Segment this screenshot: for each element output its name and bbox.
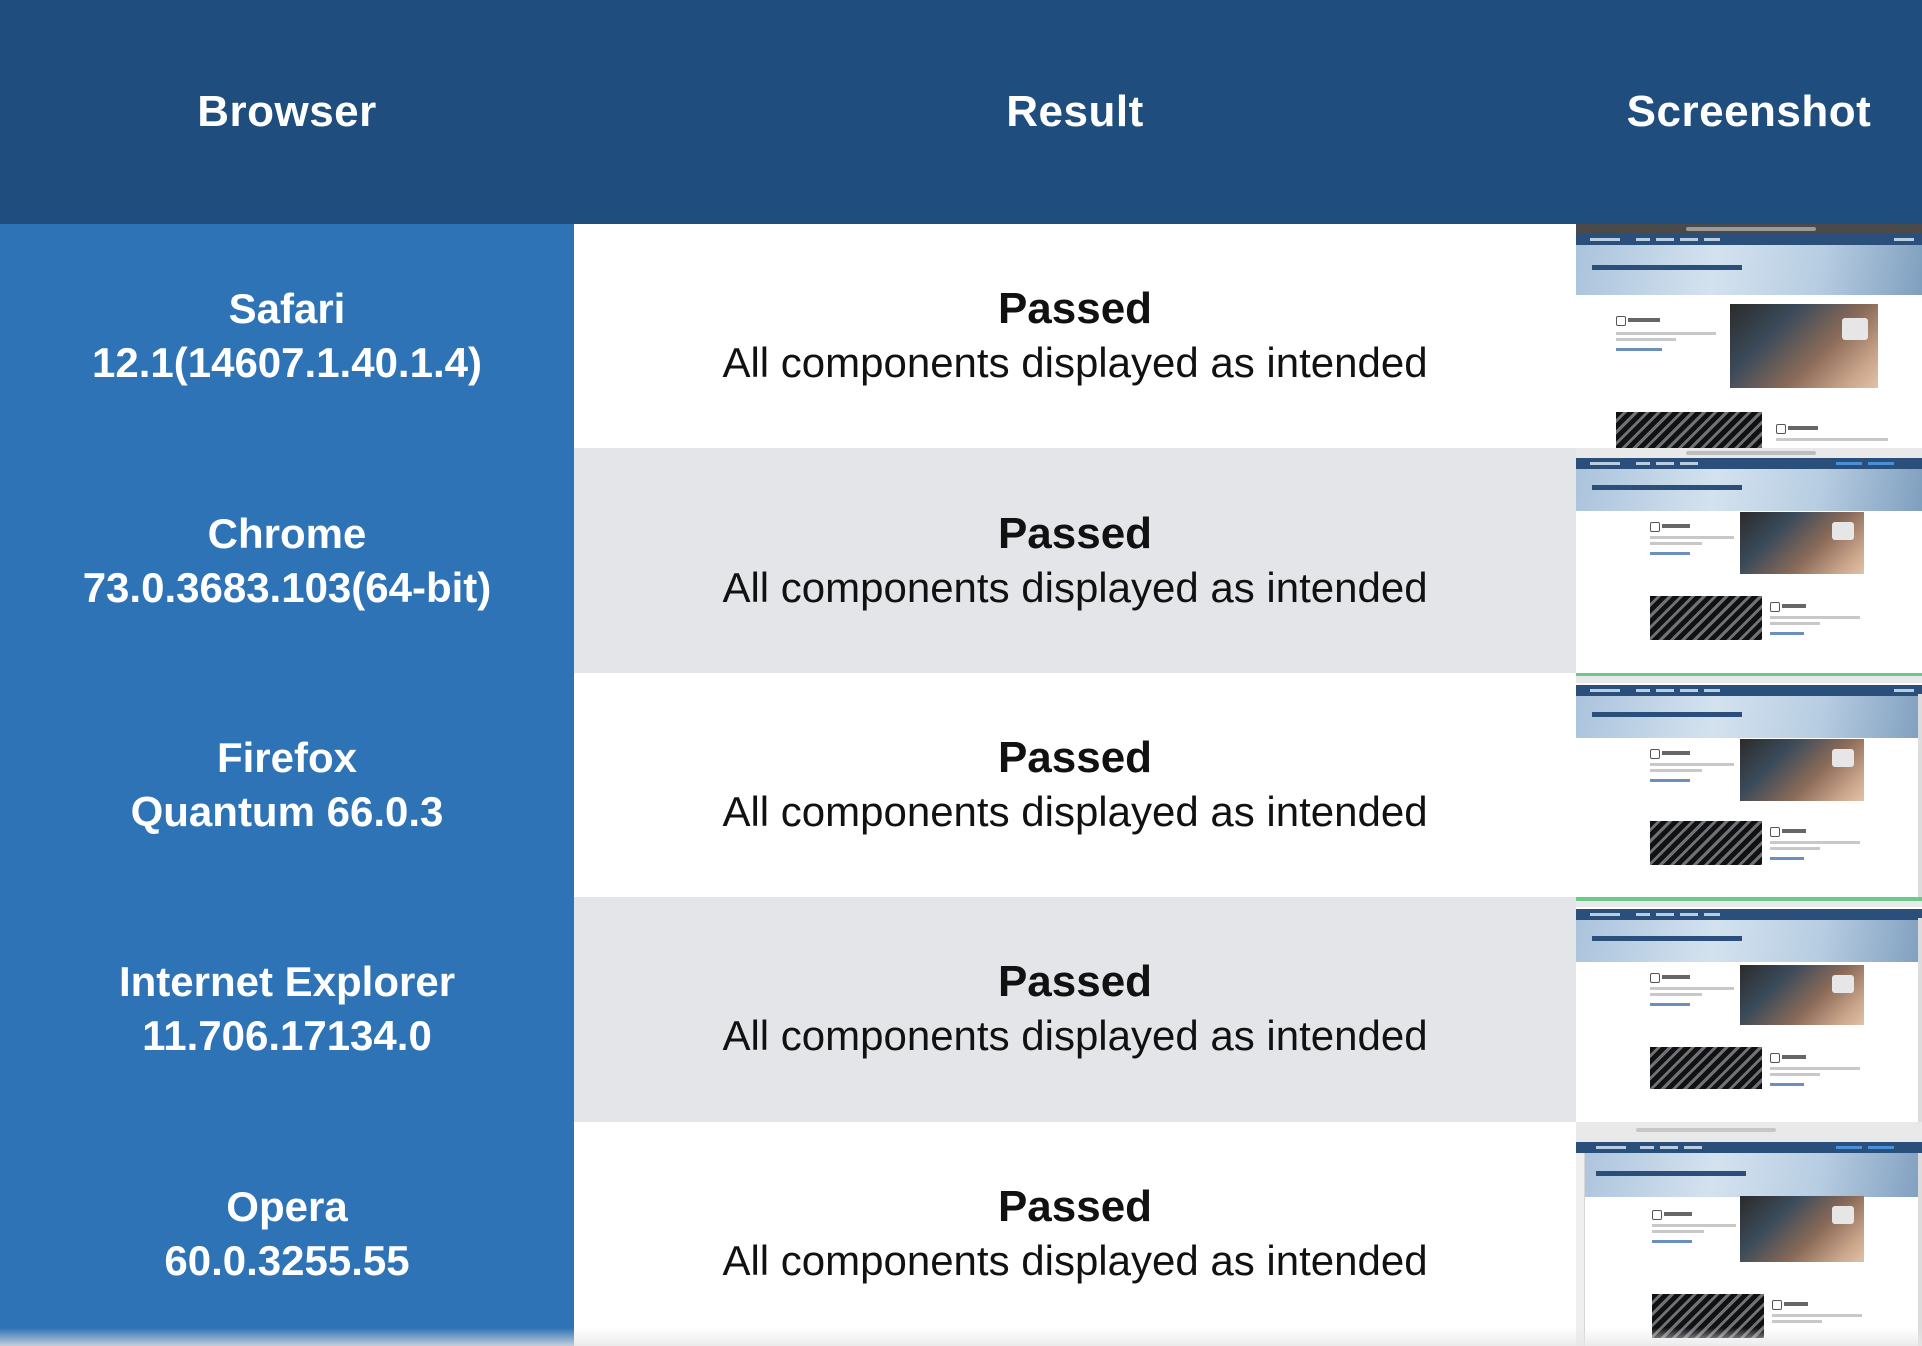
result-status: Passed [997,1181,1153,1231]
result-description: All components displayed as intended [722,787,1428,835]
screenshot-cell [1576,224,1922,449]
screenshot-thumbnail[interactable] [1576,1121,1922,1346]
browser-version: 12.1(14607.1.40.1.4) [92,339,482,387]
browser-cell: Internet Explorer 11.706.17134.0 [0,897,574,1122]
result-status: Passed [997,732,1153,782]
screenshot-cell [1576,897,1922,1122]
result-description: All components displayed as intended [722,339,1428,387]
result-cell: Passed All components displayed as inten… [574,448,1576,673]
browser-name: Opera [226,1182,348,1230]
result-description: All components displayed as intended [722,1236,1428,1284]
browser-name: Internet Explorer [118,958,456,1006]
screenshot-cell [1576,448,1922,673]
result-cell: Passed All components displayed as inten… [574,897,1576,1122]
screenshot-cell [1576,672,1922,898]
table-row: Safari 12.1(14607.1.40.1.4) Passed All c… [0,224,1922,449]
browser-cell: Chrome 73.0.3683.103(64-bit) [0,448,574,673]
browser-cell: Safari 12.1(14607.1.40.1.4) [0,224,574,449]
result-status: Passed [997,284,1153,334]
browser-cell: Firefox Quantum 66.0.3 [0,672,574,898]
table-header: Browser Result Screenshot [0,0,1922,224]
table-row: Opera 60.0.3255.55 Passed All components… [0,1121,1922,1346]
browser-compat-table: Browser Result Screenshot Safari 12.1(14… [0,0,1922,1346]
browser-cell: Opera 60.0.3255.55 [0,1121,574,1346]
browser-version: 11.706.17134.0 [142,1012,432,1060]
browser-name: Firefox [216,733,358,781]
result-cell: Passed All components displayed as inten… [574,673,1576,897]
screenshot-thumbnail[interactable] [1576,448,1922,673]
browser-name: Chrome [207,509,367,557]
screenshot-thumbnail[interactable] [1576,224,1922,449]
table-row: Chrome 73.0.3683.103(64-bit) Passed All … [0,448,1922,673]
result-description: All components displayed as intended [722,563,1428,611]
screenshot-cell [1576,1121,1922,1346]
browser-version: Quantum 66.0.3 [130,787,444,835]
header-result: Result [1006,87,1144,136]
browser-version: 73.0.3683.103(64-bit) [82,563,492,611]
screenshot-thumbnail[interactable] [1576,897,1922,1122]
result-cell: Passed All components displayed as inten… [574,224,1576,448]
screenshot-thumbnail[interactable] [1576,672,1922,898]
header-browser: Browser [197,87,377,136]
result-description: All components displayed as intended [722,1012,1428,1060]
browser-version: 60.0.3255.55 [164,1236,410,1284]
result-status: Passed [997,957,1153,1007]
result-status: Passed [997,508,1153,558]
table-row: Firefox Quantum 66.0.3 Passed All compon… [0,672,1922,898]
browser-name: Safari [228,285,346,333]
result-cell: Passed All components displayed as inten… [574,1122,1576,1346]
table-row: Internet Explorer 11.706.17134.0 Passed … [0,897,1922,1122]
header-screenshot: Screenshot [1626,87,1872,136]
